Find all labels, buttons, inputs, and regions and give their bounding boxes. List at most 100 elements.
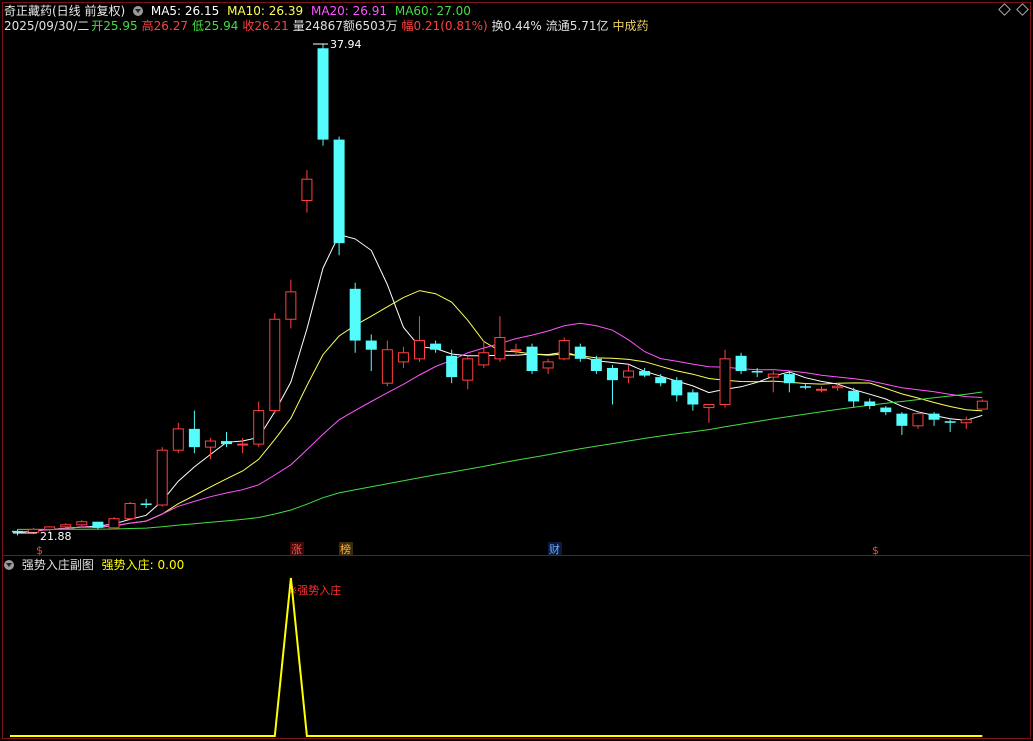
candle — [687, 389, 699, 411]
candle-body — [783, 374, 795, 384]
candle-body — [606, 367, 618, 381]
candle — [478, 340, 490, 368]
candle — [349, 282, 361, 353]
candle-body — [623, 370, 635, 378]
candle-body — [542, 361, 554, 369]
candle-body — [976, 400, 988, 410]
candle-body — [735, 355, 747, 372]
candle-body — [140, 503, 152, 505]
candle — [703, 404, 715, 423]
candle-body — [253, 410, 265, 445]
candle — [880, 406, 892, 416]
candle — [204, 438, 216, 460]
dollar-marker-1[interactable]: $ — [36, 544, 43, 557]
candle — [414, 316, 425, 362]
candle — [430, 340, 442, 353]
candles — [12, 44, 988, 536]
candle — [558, 337, 570, 361]
candle-body — [864, 401, 876, 407]
candle — [12, 529, 23, 536]
candle-body — [912, 413, 924, 427]
bang-marker[interactable]: 榜 — [340, 542, 351, 556]
candle — [542, 358, 554, 375]
candle-body — [639, 371, 651, 376]
zhang-marker[interactable]: 涨 — [291, 543, 302, 556]
candle — [333, 136, 345, 256]
candle — [816, 386, 827, 393]
candle-body — [301, 178, 313, 202]
candle-body — [269, 318, 281, 412]
candle — [92, 521, 104, 530]
dollar-marker-2[interactable]: $ — [872, 544, 879, 557]
candle — [944, 419, 956, 432]
candle — [655, 374, 667, 387]
candle-body — [76, 521, 88, 526]
candle-body — [526, 346, 538, 372]
kline-chart[interactable]: 37.94 21.88 $ 涨 榜 财 $ ※强势入庄 — [0, 0, 1033, 741]
candle — [928, 412, 940, 426]
max-price-label: 37.94 — [330, 38, 362, 51]
candle — [108, 517, 120, 530]
candle — [960, 416, 972, 429]
candle — [896, 412, 908, 435]
candle-body — [960, 419, 972, 424]
candle-body — [848, 390, 860, 402]
candle-body — [333, 139, 345, 244]
candle-body — [462, 358, 474, 381]
candle — [124, 501, 136, 521]
candle — [301, 170, 313, 213]
candle-body — [285, 291, 297, 320]
min-price-label: 21.88 — [40, 530, 72, 543]
candle-body — [204, 440, 216, 448]
signal-label: ※强势入庄 — [288, 583, 341, 597]
candle-body — [381, 349, 393, 384]
candle-body — [156, 449, 168, 506]
candle — [285, 279, 297, 329]
candle-body — [510, 349, 522, 352]
event-markers: $ 涨 榜 财 $ — [36, 542, 879, 557]
candle-body — [108, 518, 120, 529]
cai-marker[interactable]: 财 — [549, 542, 560, 556]
candle-body — [60, 524, 72, 528]
candle-body — [349, 288, 361, 341]
candle — [606, 364, 618, 405]
candle — [912, 412, 924, 429]
candle-body — [574, 346, 586, 359]
candle — [510, 343, 522, 356]
candle — [623, 364, 635, 384]
candle-body — [478, 352, 490, 366]
candle-body — [188, 428, 200, 448]
candle — [365, 334, 377, 372]
candle — [317, 44, 329, 146]
candle-body — [92, 521, 104, 528]
candle-body — [928, 413, 940, 420]
candle — [574, 343, 586, 362]
candle-body — [655, 377, 667, 384]
candle — [381, 340, 393, 387]
candle — [864, 398, 876, 410]
candle-body — [44, 526, 56, 530]
candle-body — [703, 404, 715, 409]
candle-body — [671, 380, 683, 396]
candle-body — [558, 340, 570, 360]
candle-body — [896, 413, 908, 426]
indicator-line — [10, 577, 983, 737]
candle-body — [12, 530, 23, 533]
candle — [735, 352, 747, 375]
candle — [590, 355, 602, 375]
candle — [269, 313, 281, 414]
candle — [253, 401, 265, 448]
candle-body — [397, 352, 409, 363]
candle-body — [590, 358, 602, 372]
candle — [783, 372, 795, 393]
candle-body — [317, 48, 329, 140]
candle — [156, 447, 168, 507]
candle — [832, 383, 844, 391]
candle — [188, 410, 200, 454]
candle-body — [28, 528, 40, 533]
candle-body — [446, 355, 458, 378]
candle-body — [944, 421, 956, 423]
candle-body — [365, 340, 377, 350]
candle — [719, 349, 731, 408]
candle-body — [832, 385, 844, 389]
